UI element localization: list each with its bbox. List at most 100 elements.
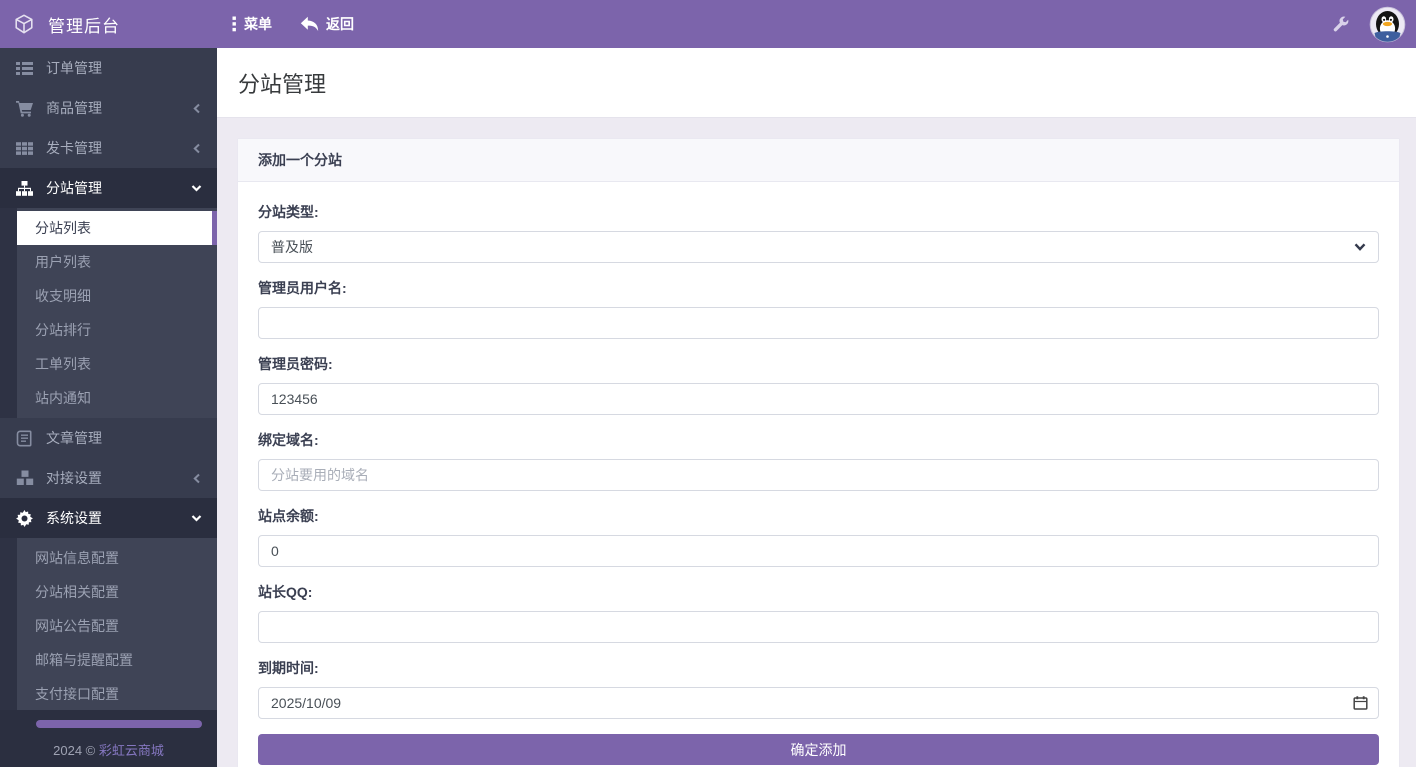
- cart-icon: [15, 100, 34, 117]
- menu-toggle-button[interactable]: 菜单: [232, 14, 272, 34]
- site-balance-label: 站点余额:: [258, 506, 1379, 526]
- sidebar: 订单管理 商品管理 发卡管理: [0, 48, 217, 767]
- admin-password-input[interactable]: [258, 383, 1379, 415]
- sidebar-menu: 订单管理 商品管理 发卡管理: [0, 48, 217, 710]
- submenu-item-substation-rank[interactable]: 分站排行: [17, 313, 217, 347]
- field-expire-date: 到期时间:: [258, 658, 1379, 719]
- sidebar-item-label: 商品管理: [46, 98, 192, 118]
- menu-toggle-label: 菜单: [244, 14, 272, 34]
- page-title: 分站管理: [238, 67, 326, 99]
- vertical-dots-icon: [232, 16, 237, 32]
- reply-arrow-icon: [300, 16, 319, 32]
- field-admin-username: 管理员用户名:: [258, 278, 1379, 339]
- add-substation-panel: 添加一个分站 分站类型: 普及版 管理员用户名:: [237, 138, 1400, 767]
- submenu-item-substation-config[interactable]: 分站相关配置: [17, 575, 217, 609]
- admin-username-input[interactable]: [258, 307, 1379, 339]
- sidebar-scrollbar-thumb[interactable]: [36, 720, 202, 728]
- chevron-left-icon: [192, 103, 202, 114]
- brand-title: 管理后台: [48, 12, 120, 37]
- submenu-item-label: 分站相关配置: [35, 582, 119, 602]
- sidebar-item-label: 订单管理: [46, 58, 202, 78]
- site-balance-input[interactable]: [258, 535, 1379, 567]
- topbar-right: [1333, 6, 1416, 43]
- cube-icon: [13, 13, 35, 35]
- expire-date-label: 到期时间:: [258, 658, 1379, 678]
- copyright-year: 2024 ©: [53, 743, 99, 758]
- site-type-select[interactable]: 普及版: [258, 231, 1379, 263]
- sidebar-item-label: 对接设置: [46, 468, 192, 488]
- chevron-left-icon: [192, 473, 202, 484]
- chevron-left-icon: [192, 143, 202, 154]
- submenu-item-income-detail[interactable]: 收支明细: [17, 279, 217, 313]
- qq-penguin-avatar[interactable]: [1369, 6, 1406, 43]
- submenu-item-label: 网站信息配置: [35, 548, 119, 568]
- add-substation-form: 分站类型: 普及版 管理员用户名: 管理员密码:: [238, 182, 1399, 767]
- system-settings-submenu: 网站信息配置 分站相关配置 网站公告配置 邮箱与提醒配置 支付接口配置: [0, 538, 217, 710]
- webmaster-qq-input[interactable]: [258, 611, 1379, 643]
- back-label: 返回: [326, 14, 354, 34]
- brand[interactable]: 管理后台: [0, 12, 217, 37]
- submenu-item-announcement-config[interactable]: 网站公告配置: [17, 609, 217, 643]
- field-site-balance: 站点余额:: [258, 506, 1379, 567]
- topbar: 管理后台 菜单 返回: [0, 0, 1416, 48]
- field-site-type: 分站类型: 普及版: [258, 202, 1379, 263]
- submenu-item-label: 邮箱与提醒配置: [35, 650, 133, 670]
- submenu-item-email-reminder-config[interactable]: 邮箱与提醒配置: [17, 643, 217, 677]
- site-link[interactable]: 彩虹云商城: [99, 743, 164, 758]
- main-area: 分站管理 添加一个分站 分站类型: 普及版 管: [217, 48, 1416, 767]
- sidebar-item-articles[interactable]: 文章管理: [0, 418, 217, 458]
- gear-icon: [15, 510, 34, 527]
- chevron-down-icon: [191, 513, 202, 523]
- submenu-item-label: 用户列表: [35, 252, 91, 272]
- submenu-item-ticket-list[interactable]: 工单列表: [17, 347, 217, 381]
- sidebar-item-products[interactable]: 商品管理: [0, 88, 217, 128]
- submenu-item-label: 网站公告配置: [35, 616, 119, 636]
- submenu-item-label: 站内通知: [35, 388, 91, 408]
- article-icon: [15, 430, 34, 447]
- sidebar-item-cards[interactable]: 发卡管理: [0, 128, 217, 168]
- bind-domain-label: 绑定域名:: [258, 430, 1379, 450]
- expire-date-input[interactable]: [258, 687, 1379, 719]
- field-bind-domain: 绑定域名:: [258, 430, 1379, 491]
- submenu-item-label: 工单列表: [35, 354, 91, 374]
- submenu-item-label: 收支明细: [35, 286, 91, 306]
- admin-password-label: 管理员密码:: [258, 354, 1379, 374]
- submenu-item-user-list[interactable]: 用户列表: [17, 245, 217, 279]
- submenu-item-label: 支付接口配置: [35, 684, 119, 704]
- sidebar-item-substations[interactable]: 分站管理: [0, 168, 217, 208]
- list-icon: [15, 60, 34, 77]
- field-webmaster-qq: 站长QQ:: [258, 582, 1379, 643]
- back-button[interactable]: 返回: [300, 14, 354, 34]
- sidebar-footer: 2024 © 彩虹云商城: [0, 710, 217, 767]
- site-type-label: 分站类型:: [258, 202, 1379, 222]
- field-admin-password: 管理员密码:: [258, 354, 1379, 415]
- topbar-nav: 菜单 返回: [232, 14, 354, 34]
- sitemap-icon: [15, 180, 34, 197]
- sidebar-item-label: 系统设置: [46, 508, 191, 528]
- substations-submenu: 分站列表 用户列表 收支明细 分站排行 工单列表 站内通知: [0, 208, 217, 418]
- chevron-down-icon: [191, 183, 202, 193]
- sidebar-item-label: 发卡管理: [46, 138, 192, 158]
- wrench-icon[interactable]: [1333, 16, 1349, 32]
- submenu-item-site-notice[interactable]: 站内通知: [17, 381, 217, 415]
- submenu-item-label: 分站列表: [35, 218, 91, 238]
- submenu-item-payment-api-config[interactable]: 支付接口配置: [17, 677, 217, 710]
- grid-icon: [15, 140, 34, 157]
- webmaster-qq-label: 站长QQ:: [258, 582, 1379, 602]
- submenu-item-label: 分站排行: [35, 320, 91, 340]
- confirm-add-button[interactable]: 确定添加: [258, 734, 1379, 765]
- sidebar-item-integration[interactable]: 对接设置: [0, 458, 217, 498]
- bind-domain-input[interactable]: [258, 459, 1379, 491]
- copyright: 2024 © 彩虹云商城: [0, 740, 217, 759]
- cubes-icon: [15, 470, 34, 486]
- page-header: 分站管理: [217, 48, 1416, 118]
- sidebar-item-label: 分站管理: [46, 178, 191, 198]
- admin-username-label: 管理员用户名:: [258, 278, 1379, 298]
- sidebar-item-system-settings[interactable]: 系统设置: [0, 498, 217, 538]
- sidebar-item-label: 文章管理: [46, 428, 202, 448]
- submenu-item-site-info-config[interactable]: 网站信息配置: [17, 541, 217, 575]
- sidebar-item-orders[interactable]: 订单管理: [0, 48, 217, 88]
- panel-title: 添加一个分站: [238, 139, 1399, 182]
- submenu-item-substation-list[interactable]: 分站列表: [17, 211, 217, 245]
- content-area: 添加一个分站 分站类型: 普及版 管理员用户名:: [217, 118, 1416, 767]
